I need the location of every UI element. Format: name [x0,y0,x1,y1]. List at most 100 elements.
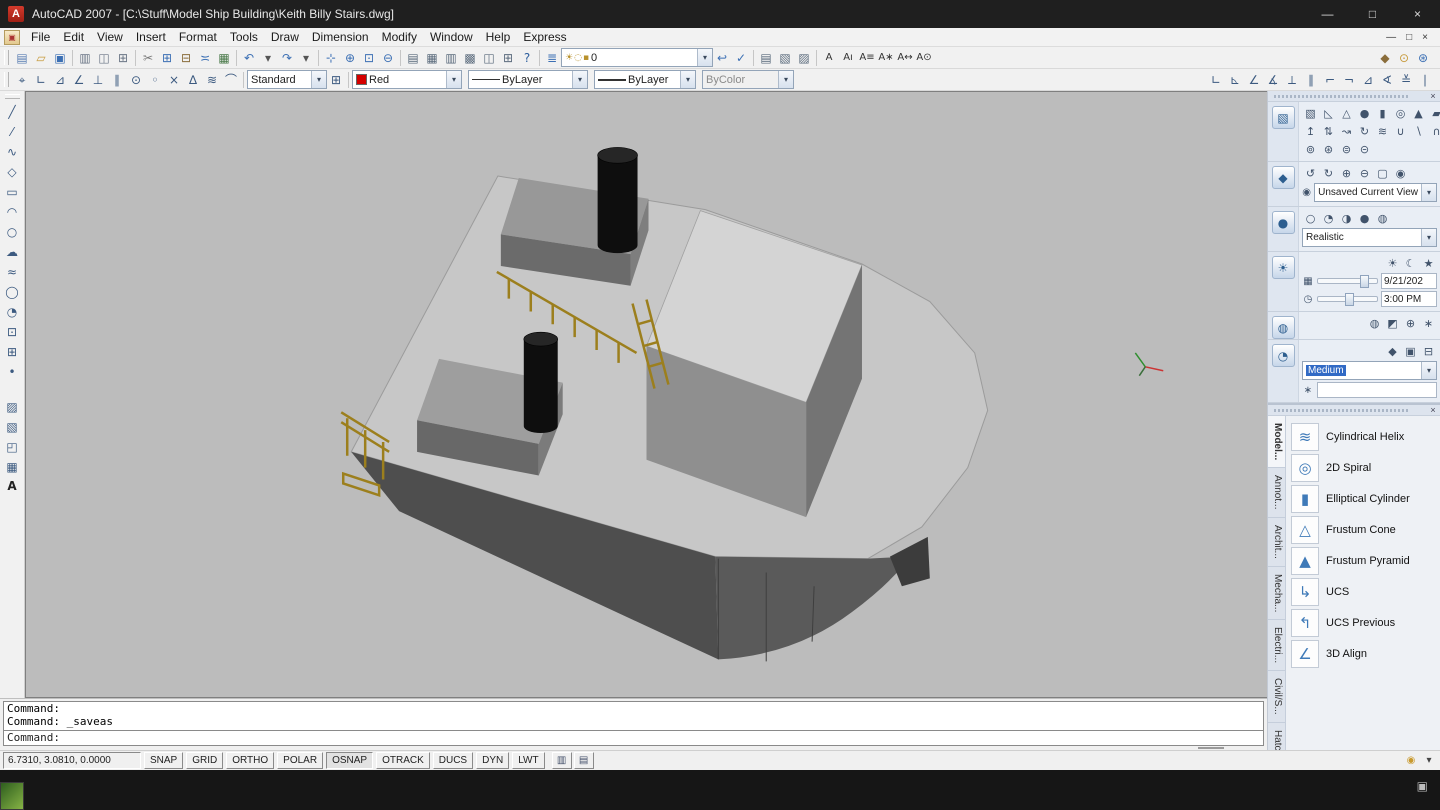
hatch-icon[interactable]: ▨ [3,397,22,416]
3d-make-panel-icon[interactable]: ▧ [1272,106,1295,129]
osnap-apparent-icon[interactable]: ∆ [184,71,202,89]
publish-icon[interactable]: ⊞ [114,49,132,67]
gradient-icon[interactable]: ▧ [3,417,22,436]
constrained-orbit-icon[interactable]: ↺ [1302,165,1319,181]
menu-item[interactable]: Insert [130,29,172,45]
menu-item[interactable]: Modify [376,29,423,45]
insert-block-icon[interactable]: ⊡ [3,322,22,341]
layer-walk-icon[interactable]: ▨ [795,49,813,67]
plotstyle-combo[interactable]: ByColor ▾ [702,70,794,89]
ucs-object-icon[interactable]: ∠ [1245,71,1263,89]
text-style-icon[interactable]: A [820,49,838,67]
maximize-button[interactable]: □ [1350,0,1395,28]
visual-style-panel-icon[interactable]: ● [1272,211,1295,234]
desktop-preview-thumbnail[interactable] [0,782,24,810]
object-snap-settings-icon[interactable]: ⌖ [13,71,31,89]
extrude-icon[interactable]: ↥ [1302,123,1319,139]
palette-close-icon[interactable]: × [1426,405,1440,415]
rectangle-icon[interactable]: ▭ [3,182,22,201]
osnap-quadrant-icon[interactable]: ⌒ [222,71,240,89]
coordinate-readout[interactable]: 6.7310, 3.0810, 0.0000 [3,752,141,769]
status-menu-arrow-icon[interactable]: ▾ [1421,755,1437,766]
3d-navigate-panel-icon[interactable]: ◆ [1272,166,1295,189]
region-icon[interactable]: ◰ [3,437,22,456]
materials-panel-icon[interactable]: ◍ [1272,316,1295,339]
revolve-icon[interactable]: ↻ [1356,123,1373,139]
quickcalc-icon[interactable]: ⊞ [499,49,517,67]
light-panel-icon[interactable]: ☀ [1272,256,1295,279]
free-orbit-icon[interactable]: ↻ [1320,165,1337,181]
cylindrical-helix-item[interactable]: ≋ Cylindrical Helix [1291,423,1435,450]
new-light-icon[interactable]: ★ [1420,255,1437,271]
osnap-nearest-icon[interactable]: × [165,71,183,89]
materials-editor-icon[interactable]: ◍ [1366,315,1383,331]
camera-icon[interactable]: ▢ [1374,165,1391,181]
realistic-style-icon[interactable]: ● [1356,210,1373,226]
zoom-realtime-icon[interactable]: ⊕ [341,49,359,67]
text-style-combo[interactable]: Standard ▾ [247,70,327,89]
menu-item[interactable]: Help [480,29,517,45]
osnap-perpendicular-icon[interactable]: ⊥ [89,71,107,89]
command-resize-handle[interactable] [1198,747,1224,749]
ucs-apply-icon[interactable]: ≚ [1397,71,1415,89]
osnap-parallel-icon[interactable]: ∥ [108,71,126,89]
layer-previous-icon[interactable]: ↩ [713,49,731,67]
ucs-icon[interactable]: ∟ [1207,71,1225,89]
dashboard-grip[interactable] [1274,95,1408,98]
linetype-combo[interactable]: ByLayer ▾ [468,70,588,89]
multiline-text-icon[interactable]: A≡ [858,49,876,67]
menu-item[interactable]: View [91,29,129,45]
sky-icon[interactable]: ☾ [1402,255,1419,271]
single-line-text-icon[interactable]: Aı [839,49,857,67]
osnap-midpoint-icon[interactable]: ⊿ [51,71,69,89]
point-icon[interactable]: • [3,362,22,381]
plot-icon[interactable]: ▥ [76,49,94,67]
elliptical-cylinder-item[interactable]: ▮ Elliptical Cylinder [1291,485,1435,512]
open-icon[interactable]: ▱ [32,49,50,67]
ellipse-arc-icon[interactable]: ◔ [3,302,22,321]
status-toggle-button[interactable]: ORTHO [226,752,274,769]
status-toggle-button[interactable]: GRID [186,752,223,769]
cone-icon[interactable]: △ [1338,105,1355,121]
ucs-y-icon[interactable]: ∢ [1378,71,1396,89]
ucs-world-icon[interactable]: ⊾ [1226,71,1244,89]
menu-item[interactable]: Draw [265,29,305,45]
communication-center-icon[interactable]: ◉ [1403,755,1419,766]
ucs-view-icon[interactable]: ⟂ [1283,71,1301,89]
qnew-icon[interactable]: ▤ [13,49,31,67]
taskbar[interactable]: ▣ [0,770,1440,810]
menu-item[interactable]: Express [517,29,572,45]
torus-icon[interactable]: ◎ [1392,105,1409,121]
menu-item[interactable]: Window [424,29,479,45]
render-quality-combo[interactable]: Medium ▾ [1302,361,1437,380]
osnap-tangent-icon[interactable]: ≋ [203,71,221,89]
loft-icon[interactable]: ≋ [1374,123,1391,139]
model-viewport[interactable] [25,91,1267,698]
sphere-icon[interactable]: ● [1356,105,1373,121]
toolbar-grip[interactable] [4,72,9,87]
help-icon[interactable]: ? [518,49,536,67]
sun-time-field[interactable]: 3:00 PM [1381,291,1437,307]
status-toggle-button[interactable]: LWT [512,752,544,769]
find-text-icon[interactable]: A⊙ [915,49,933,67]
sun-date-slider[interactable] [1317,278,1378,284]
union-icon[interactable]: ∪ [1392,123,1409,139]
layer-properties-icon[interactable]: ≣ [543,49,561,67]
render-icon[interactable]: ◆ [1376,49,1394,67]
layout-icon[interactable]: ▤ [574,752,594,769]
dashboard-close-icon[interactable]: × [1426,91,1440,101]
paste-icon[interactable]: ⊟ [177,49,195,67]
layer-isolate-icon[interactable]: ▧ [776,49,794,67]
subtract-icon[interactable]: ∖ [1410,123,1427,139]
sun-time-slider[interactable] [1317,296,1378,302]
circle-icon[interactable]: ○ [3,222,22,241]
zoom-window-icon[interactable]: ⊡ [360,49,378,67]
osnap-endpoint-icon[interactable]: ∟ [32,71,50,89]
palette-tab[interactable]: Archit... [1268,518,1285,567]
menu-item[interactable]: Edit [57,29,90,45]
color-combo[interactable]: Red ▾ [352,70,462,89]
palette-tab[interactable]: Mecha... [1268,567,1285,620]
wedge-icon[interactable]: ◺ [1320,105,1337,121]
geographic-location-icon[interactable]: ⊛ [1414,49,1432,67]
close-button[interactable]: × [1395,0,1440,28]
